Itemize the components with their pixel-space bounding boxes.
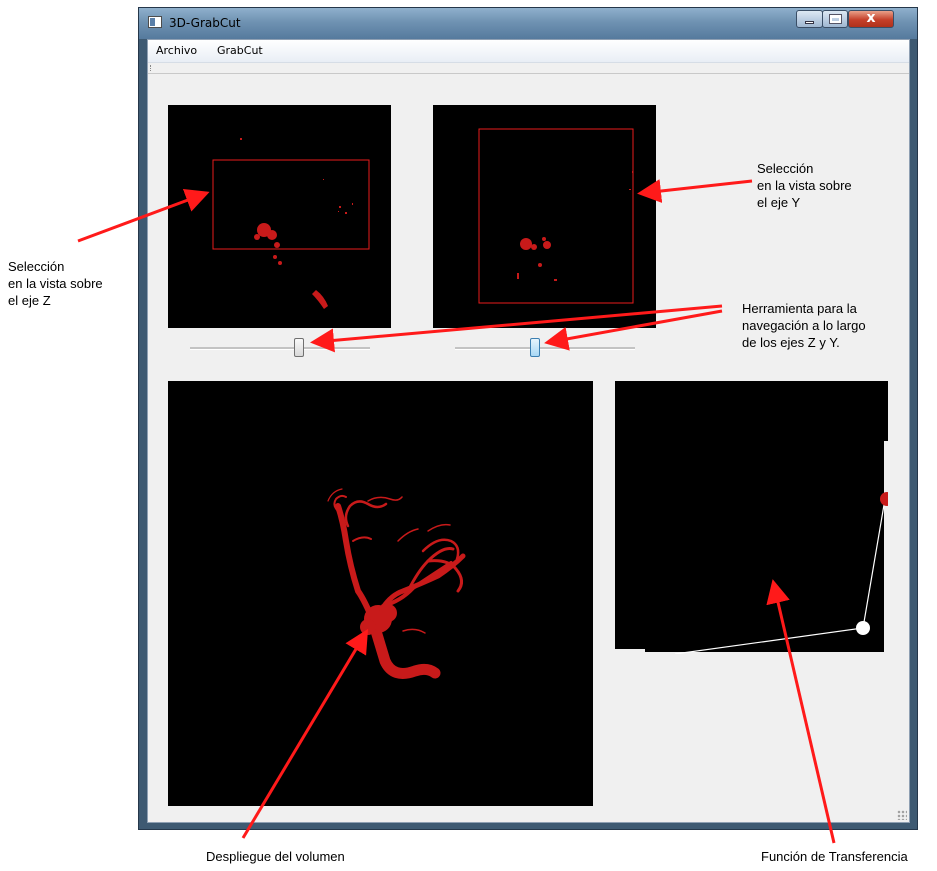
annotation-nav-line-1: Herramienta para la (742, 301, 857, 316)
annotation-transfer-text: Función de Transferencia (761, 849, 908, 864)
annotation-y-line-3: el eje Y (757, 195, 801, 210)
title-bar[interactable]: 3D-GrabCut (139, 8, 917, 39)
slider-axis-y[interactable] (455, 338, 635, 358)
vessel-slice-y (517, 171, 633, 281)
app-icon (148, 16, 162, 28)
annotation-y-selection: Selección en la vista sobre el eje Y (757, 160, 852, 211)
annotation-z-line-2: en la vista sobre (8, 276, 103, 291)
close-icon[interactable] (848, 10, 894, 28)
volume-render-image (327, 488, 466, 679)
slider-track-z (190, 347, 370, 350)
vessel-slice-z (240, 138, 353, 309)
annotation-z-line-1: Selección (8, 259, 65, 274)
menu-archivo[interactable]: Archivo (156, 44, 197, 57)
selection-box-y[interactable] (478, 128, 634, 304)
annotation-volume: Despliegue del volumen (206, 848, 345, 865)
annotation-navigation: Herramienta para la navegación a lo larg… (742, 300, 866, 351)
transfer-control-point[interactable] (856, 621, 870, 635)
toolbar-grip-icon[interactable] (150, 65, 153, 71)
volume-render-view[interactable] (168, 381, 593, 806)
minimize-icon[interactable] (796, 10, 823, 28)
annotation-volume-text: Despliegue del volumen (206, 849, 345, 864)
slider-axis-z[interactable] (190, 338, 370, 358)
view-axis-y[interactable] (433, 105, 656, 328)
app-window: 3D-GrabCut Archivo GrabCut (138, 7, 918, 830)
transfer-function-canvas (615, 441, 894, 655)
annotation-y-line-1: Selección (757, 161, 814, 176)
annotation-z-selection: Selección en la vista sobre el eje Z (8, 258, 103, 309)
slider-track-y (455, 347, 635, 350)
transfer-control-point-red[interactable] (880, 492, 894, 506)
client-area: Archivo GrabCut (147, 39, 910, 823)
selection-box-z[interactable] (212, 159, 370, 250)
transfer-function-frame-edge-bottom (615, 649, 645, 654)
annotation-transfer: Función de Transferencia (761, 848, 908, 865)
slider-thumb-z[interactable] (294, 338, 304, 357)
toolbar (148, 63, 909, 74)
window-title: 3D-GrabCut (169, 16, 241, 30)
transfer-function-curve (674, 498, 886, 655)
view-axis-z-image (212, 138, 370, 309)
transfer-function-view[interactable] (615, 381, 894, 655)
transfer-function-frame-edge (884, 441, 888, 654)
vessel-tree (327, 488, 466, 679)
annotation-nav-line-3: de los ejes Z y Y. (742, 335, 840, 350)
annotation-nav-line-2: navegación a lo largo (742, 318, 866, 333)
menu-grabcut[interactable]: GrabCut (217, 44, 263, 57)
maximize-icon[interactable] (822, 10, 848, 28)
view-axis-z[interactable] (168, 105, 391, 328)
annotation-y-line-2: en la vista sobre (757, 178, 852, 193)
menu-bar: Archivo GrabCut (148, 40, 909, 63)
resize-grip-icon[interactable] (897, 810, 907, 820)
view-axis-y-image (478, 128, 634, 304)
annotation-z-line-3: el eje Z (8, 293, 51, 308)
slider-thumb-y[interactable] (530, 338, 540, 357)
